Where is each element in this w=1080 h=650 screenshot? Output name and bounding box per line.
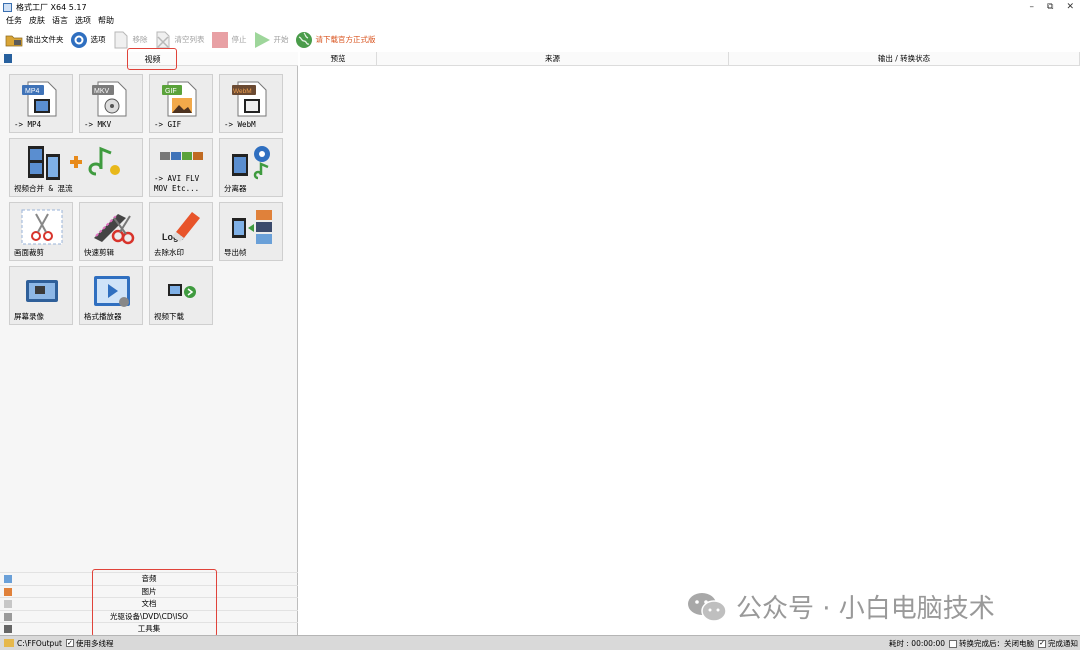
tile-quick-clip[interactable]: 快速剪辑: [79, 202, 143, 261]
webm-file-icon: WebM: [232, 81, 267, 117]
close-button[interactable]: ✕: [1066, 2, 1074, 12]
mkv-file-icon: MKV: [92, 81, 127, 117]
options-icon: [70, 31, 88, 49]
category-panel: 视频 MP4 -> MP4 MKV -> MKV GIF -> GIF WebM…: [0, 48, 298, 637]
crop-icon: [21, 209, 63, 245]
screen-record-icon: [26, 280, 58, 302]
status-right: 耗时 : 00:00:00 转换完成后：关闭电脑 ✓ 完成通知: [889, 636, 1078, 650]
stop-icon: [211, 31, 229, 49]
minimize-button[interactable]: –: [1030, 2, 1035, 12]
after-convert-checkbox[interactable]: [949, 639, 957, 648]
watermark: 公众号 · 小白电脑技术: [686, 588, 995, 625]
folder-icon: [4, 639, 14, 647]
start-button[interactable]: 开始: [253, 29, 289, 51]
tile-to-mkv[interactable]: MKV -> MKV: [79, 74, 143, 133]
audio-icon: [4, 575, 12, 583]
watermark-text: 公众号 · 小白电脑技术: [736, 594, 995, 624]
clear-icon: [154, 31, 172, 49]
play-icon: [253, 31, 271, 49]
highlight-video-category: [127, 48, 177, 70]
restore-button[interactable]: ⧉: [1047, 2, 1053, 12]
tile-to-gif[interactable]: GIF -> GIF: [149, 74, 213, 133]
folder-icon: [5, 31, 23, 49]
quick-clip-icon: [94, 214, 135, 245]
tile-to-avi-flv-mov[interactable]: -> AVI FLV MOV Etc...: [149, 138, 213, 197]
after-convert-label: 转换完成后：关闭电脑: [959, 639, 1034, 648]
tile-remove-watermark[interactable]: Logo 去除水印: [149, 202, 213, 261]
task-list: 预览 来源 输出 / 转换状态: [300, 52, 1080, 635]
document-icon: [112, 31, 130, 49]
column-source[interactable]: 来源: [377, 52, 729, 66]
tile-to-mp4[interactable]: MP4 -> MP4: [9, 74, 73, 133]
multithread-checkbox[interactable]: ✓: [65, 639, 74, 647]
tile-splitter[interactable]: 分离器: [219, 138, 283, 197]
svg-text:WebM: WebM: [233, 88, 252, 95]
document-icon: [4, 600, 12, 608]
tile-to-webm[interactable]: WebM -> WebM: [219, 74, 283, 133]
svg-text:MP4: MP4: [25, 88, 40, 95]
image-icon: [4, 587, 12, 596]
menu-options[interactable]: 选项: [75, 15, 91, 26]
svg-text:MKV: MKV: [94, 88, 110, 95]
player-icon: [94, 276, 130, 307]
disc-icon: [4, 612, 12, 621]
output-folder-button[interactable]: 输出文件夹: [5, 29, 64, 51]
status-bar: C:\FFOutput ✓ 使用多线程 耗时 : 00:00:00 转换完成后：…: [0, 635, 1080, 650]
output-path[interactable]: C:\FFOutput: [17, 639, 62, 648]
options-button[interactable]: 选项: [70, 29, 106, 51]
eraser-icon: Logo: [162, 212, 200, 242]
multithread-label: 使用多线程: [75, 638, 114, 648]
menu-help[interactable]: 帮助: [98, 15, 114, 26]
download-official-link[interactable]: 请下载官方正式版: [295, 29, 376, 51]
window-controls: – ⧉ ✕: [1030, 0, 1074, 14]
tile-screen-record[interactable]: 屏幕录像: [9, 266, 73, 325]
column-output-status[interactable]: 输出 / 转换状态: [729, 52, 1080, 66]
export-frames-icon: [232, 210, 272, 244]
splitter-icon: [232, 146, 270, 180]
title-bar: 格式工厂 X64 5.17 – ⧉ ✕: [0, 0, 1080, 14]
notify-label: 完成通知: [1048, 639, 1078, 648]
window-title: 格式工厂 X64 5.17: [16, 2, 87, 12]
gif-file-icon: GIF: [162, 81, 197, 117]
mp4-file-icon: MP4: [22, 81, 57, 117]
tools-icon: [4, 625, 12, 633]
wechat-icon: [688, 592, 727, 622]
highlight-category-list: [92, 569, 217, 637]
video-download-icon: [168, 284, 196, 298]
film-icon: [4, 54, 12, 63]
tile-video-merge-mux[interactable]: 视频合并 & 混流: [9, 138, 143, 197]
stop-button[interactable]: 停止: [211, 29, 247, 51]
tile-format-player[interactable]: 格式播放器: [79, 266, 143, 325]
svg-text:GIF: GIF: [165, 88, 177, 95]
menu-language[interactable]: 语言: [52, 15, 68, 26]
notify-checkbox[interactable]: ✓: [1038, 639, 1046, 648]
merge-icon: [28, 146, 120, 180]
tile-crop[interactable]: 画面裁剪: [9, 202, 73, 261]
elapsed-time: 耗时 : 00:00:00: [889, 639, 945, 648]
tile-export-frames[interactable]: 导出帧: [219, 202, 283, 261]
menu-skin[interactable]: 皮肤: [29, 15, 45, 26]
column-preview[interactable]: 预览: [300, 52, 377, 66]
menu-task[interactable]: 任务: [6, 15, 22, 26]
menu-bar: 任务 皮肤 语言 选项 帮助: [0, 14, 1080, 27]
app-icon: [3, 2, 12, 12]
globe-icon: [295, 31, 313, 49]
tile-video-download[interactable]: 视频下载: [149, 266, 213, 325]
